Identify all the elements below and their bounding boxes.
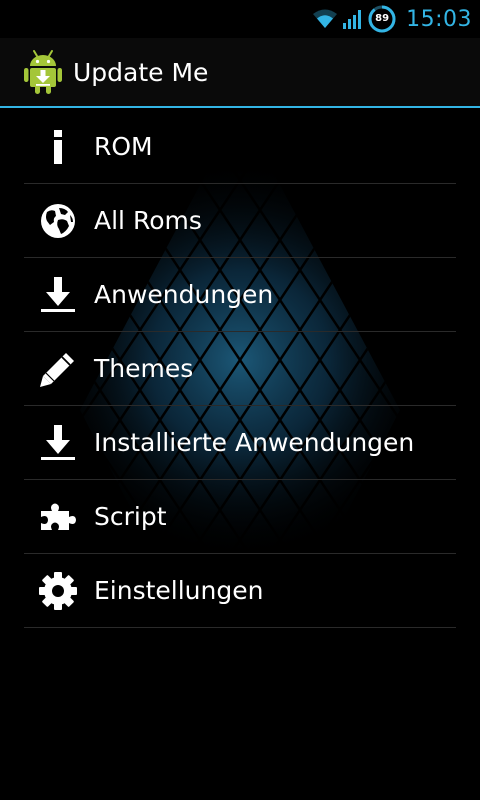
battery-indicator: 89 [368,5,396,33]
download-icon [41,424,75,460]
menu-label-installierte-anwendungen: Installierte Anwendungen [94,428,415,457]
menu-label-themes: Themes [94,354,194,383]
action-bar: Update Me [0,38,480,108]
menu-item-themes[interactable]: Themes [24,332,456,406]
menu-item-installierte-anwendungen[interactable]: Installierte Anwendungen [24,406,456,480]
menu-item-anwendungen[interactable]: Anwendungen [24,258,456,332]
battery-level: 89 [375,13,390,24]
menu-label-all-roms: All Roms [94,206,202,235]
app-title: Update Me [73,57,209,87]
menu-label-rom: ROM [94,132,153,161]
download-icon [41,276,75,312]
info-icon [54,129,62,164]
menu-label-einstellungen: Einstellungen [94,576,264,605]
screen: 89 15:03 Update Me ROM All Roms Anwendun… [0,0,480,800]
puzzle-icon [41,503,76,530]
menu-item-all-roms[interactable]: All Roms [24,184,456,258]
status-bar: 89 15:03 [0,0,480,38]
menu-item-script[interactable]: Script [24,480,456,554]
menu-item-einstellungen[interactable]: Einstellungen [24,554,456,628]
status-time: 15:03 [406,6,472,32]
wifi-icon [313,9,338,28]
menu-label-anwendungen: Anwendungen [94,280,274,309]
menu-label-script: Script [94,502,167,531]
main-menu: ROM All Roms Anwendungen Themes Installi… [24,110,456,628]
gear-icon [39,571,77,610]
cell-signal-icon [343,10,362,29]
pencil-icon [40,352,74,387]
globe-icon [41,203,75,238]
menu-item-rom[interactable]: ROM [24,110,456,184]
android-update-icon[interactable] [23,49,63,95]
